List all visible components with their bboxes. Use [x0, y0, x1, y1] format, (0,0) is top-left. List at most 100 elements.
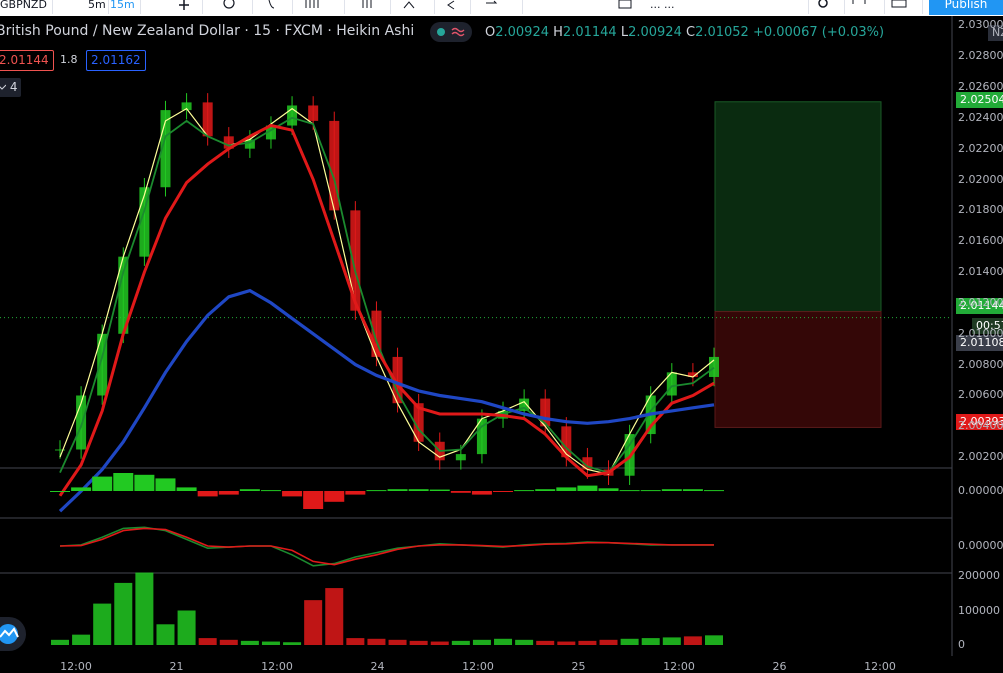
osc1-bar-28: [640, 490, 661, 492]
publish-button[interactable]: Publish: [929, 0, 1003, 15]
osc1-bar-16: [387, 489, 408, 491]
grid-icon: [305, 0, 319, 8]
osc1-bar-9: [239, 489, 260, 491]
osc1-bar-17: [408, 489, 429, 491]
volume-bar-12: [304, 600, 323, 645]
volume-bar-22: [515, 639, 534, 645]
osc1-bar-10: [260, 490, 281, 492]
volume-bar-11: [283, 642, 302, 645]
open-value: 2.00924: [495, 25, 549, 40]
volume-bar-8: [219, 639, 238, 645]
osc1-bar-20: [471, 491, 492, 495]
layout-name-button[interactable]: ... ...: [650, 0, 809, 14]
osc1-bar-26: [598, 488, 619, 491]
price-axis-tick: 2.02200: [958, 141, 1003, 155]
plus-icon: [179, 0, 189, 10]
volume-bar-10: [261, 641, 280, 645]
osc1-bar-29: [661, 489, 682, 491]
volume-axis-tick: 200000: [958, 569, 1000, 582]
function-icon: [268, 0, 275, 9]
target-price-tag: 2.02504: [956, 92, 1003, 108]
volume-bar-21: [494, 638, 513, 645]
price-axis-tick: 2.01000: [958, 326, 1003, 340]
osc1-bar-23: [535, 489, 556, 491]
tradingview-logo[interactable]: [0, 617, 26, 651]
top-toolbar: GBPNZD 5m 15m ... ... Publish: [0, 0, 1003, 16]
buy-button[interactable]: 2.01162: [86, 50, 146, 71]
chart-legend-title: British Pound / New Zealand Dollar · 15 …: [0, 23, 415, 39]
osc1-bar-4: [134, 474, 155, 491]
osc1-bar-5: [155, 478, 176, 491]
interval-button[interactable]: 5m: [88, 0, 109, 14]
templates-button[interactable]: [304, 0, 345, 14]
osc1-bar-8: [218, 491, 239, 495]
osc1-bar-14: [345, 491, 366, 495]
time-axis-tick: 12:00: [663, 660, 695, 673]
indicators-toggle[interactable]: 4: [0, 78, 22, 97]
alert-button[interactable]: [222, 0, 253, 14]
osc1-bar-2: [92, 476, 113, 491]
price-axis-tick: 2.02400: [958, 110, 1003, 124]
symbol-search-button[interactable]: GBPNZD: [0, 0, 53, 14]
osc1-bar-7: [197, 491, 218, 497]
chart-type-button[interactable]: [360, 0, 391, 14]
fullscreen-icon: [852, 0, 866, 4]
add-indicator-button[interactable]: [400, 0, 435, 14]
osc1-bar-0: [50, 491, 70, 492]
ma-line-3: [58, 288, 715, 513]
change-value: +0.00067 (+0.03%): [752, 25, 885, 40]
price-axis-tick: 2.00800: [958, 357, 1003, 371]
compare-button[interactable]: [178, 0, 203, 14]
interval-active-button[interactable]: 15m: [110, 0, 141, 14]
price-axis-tick: 2.02800: [958, 49, 1003, 63]
osc1-bar-1: [71, 487, 92, 491]
volume-bar-25: [578, 640, 597, 645]
osc1-bar-15: [366, 490, 387, 492]
fullscreen-button[interactable]: [852, 0, 885, 14]
osc1-bar-13: [324, 491, 345, 502]
volume-bar-4: [135, 572, 154, 645]
logo-icon: [0, 624, 19, 644]
market-status-icon: [437, 27, 465, 37]
settings-button[interactable]: [816, 0, 845, 14]
alarm-clock-icon: [223, 0, 235, 9]
position-profit-zone: [714, 101, 882, 313]
osc2-axis-tick: 0.00000: [958, 539, 1003, 552]
sell-button[interactable]: 2.01144: [0, 50, 54, 71]
redo-button[interactable]: [482, 0, 523, 14]
gear-icon: [818, 0, 828, 8]
market-status-badge[interactable]: [430, 22, 472, 42]
price-axis-tick: 2.00600: [958, 388, 1003, 402]
volume-bar-6: [177, 610, 196, 645]
ma-line-2: [58, 123, 715, 497]
layout-icon-button[interactable]: [618, 0, 636, 14]
volume-bar-18: [430, 641, 449, 645]
interval-active-label: 15m: [110, 0, 135, 11]
open-key: O: [485, 25, 496, 40]
chart-area[interactable]: [0, 16, 1003, 672]
time-axis-tick: 26: [772, 660, 787, 673]
high-value: 2.01144: [562, 25, 617, 40]
undo-icon: [447, 0, 455, 10]
volume-bar-3: [114, 582, 133, 645]
interval-label: 5m: [88, 0, 106, 11]
ohlc-readout: O2.00924 H2.01144 L2.00924 C2.01052 +0.0…: [485, 25, 884, 40]
volume-axis-tick: 0: [958, 638, 965, 651]
volume-bar-29: [662, 637, 681, 645]
volume-bar-24: [557, 641, 576, 645]
snapshot-button[interactable]: [890, 0, 923, 14]
osc2-line-0: [59, 526, 714, 567]
price-axis-tick: 2.01600: [958, 234, 1003, 248]
osc1-bar-25: [577, 485, 598, 491]
undo-button[interactable]: [444, 0, 471, 14]
osc1-bar-30: [682, 489, 703, 491]
redo-icon: [486, 0, 498, 4]
volume-bar-9: [240, 640, 259, 645]
price-axis-tick: 2.02600: [958, 79, 1003, 93]
osc1-bar-6: [176, 487, 197, 491]
price-axis-tick: 2.01200: [958, 295, 1003, 309]
price-axis-tick: 2.03000: [958, 18, 1003, 32]
indicators-button[interactable]: [266, 0, 293, 14]
volume-bar-13: [325, 588, 344, 645]
close-value: 2.01052: [695, 25, 749, 40]
